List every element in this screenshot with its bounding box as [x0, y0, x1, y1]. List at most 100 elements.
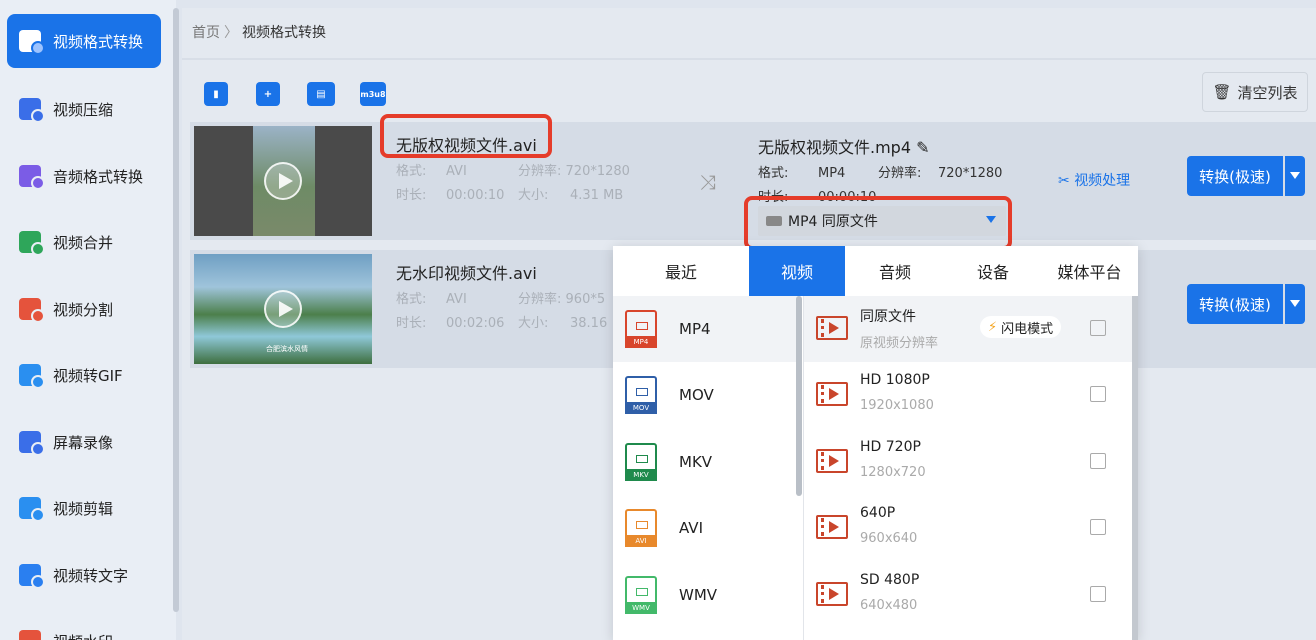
flash-mode-label: 闪电模式 [1001, 321, 1054, 337]
format-item-mkv[interactable]: MKV MKV [613, 429, 799, 495]
audio-convert-icon [19, 165, 45, 190]
sidebar-item-label: 屏幕录像 [53, 433, 114, 452]
sidebar-item-label: 视频分割 [53, 300, 114, 319]
video-thumbnail[interactable]: 合肥滨水风情 [194, 254, 372, 364]
file-meta-line1: 格式: AVI 分辨率: 720*1280 [396, 160, 630, 179]
sidebar-item-video-edit[interactable]: 视频剪辑 [7, 481, 161, 535]
format-item-mp4[interactable]: MP4 MP4 [613, 296, 799, 362]
resolution-sub: 原视频分辨率 [860, 336, 939, 351]
breadcrumb-home[interactable]: 首页 [192, 25, 220, 41]
format-label: MOV [679, 386, 714, 404]
video-film-icon [816, 515, 848, 539]
video-process-button[interactable]: ✂ 视频处理 [1058, 170, 1130, 190]
file-meta-line1: 格式: AVI 分辨率: 960*5 [396, 288, 605, 307]
format-label: AVI [679, 519, 703, 537]
edit-icon[interactable] [1090, 586, 1106, 602]
format-item-avi[interactable]: AVI AVI [613, 495, 799, 561]
add-folder-button[interactable]: + [256, 82, 280, 106]
sidebar-scrollbar[interactable] [173, 8, 179, 612]
file-meta-line2: 时长: 00:02:06 大小: 38.16 [396, 312, 607, 331]
sidebar-item-video-to-text[interactable]: 视频转文字 [7, 548, 161, 602]
format-tabs: 最近 视频 音频 设备 媒体平台 [613, 246, 1138, 296]
tab-media-platform[interactable]: 媒体平台 [1041, 246, 1138, 296]
edit-icon[interactable] [1090, 386, 1106, 402]
format-label: 格式: [396, 164, 427, 179]
file-meta-line2: 时长: 00:00:10 大小: 4.31 MB [396, 184, 623, 203]
sidebar-item-video-to-gif[interactable]: 视频转GIF [7, 348, 161, 402]
output-resolution-value: 720*1280 [938, 166, 1003, 181]
video-thumbnail[interactable] [194, 126, 372, 236]
resolution-item-1080p[interactable]: HD 1080P 1920x1080 [804, 362, 1132, 428]
add-m3u8-button[interactable]: m3u8 [360, 82, 386, 106]
play-icon[interactable] [264, 162, 302, 200]
resolution-label: 分辨率: [518, 292, 562, 307]
sidebar-item-video-format-convert[interactable]: 视频格式转换 [7, 14, 161, 68]
output-file-name[interactable]: 无版权视频文件.mp4 ✎ [758, 134, 930, 158]
video-process-label: 视频处理 [1074, 173, 1131, 189]
resolution-item-480p[interactable]: SD 480P 640x480 [804, 562, 1132, 628]
resolution-name: HD 720P [860, 439, 921, 455]
sidebar-item-label: 视频格式转换 [53, 32, 144, 51]
format-value: AVI [446, 164, 467, 179]
video-compress-icon [19, 98, 45, 123]
edit-pencil-icon[interactable]: ✎ [916, 138, 929, 157]
resolution-item-720p[interactable]: HD 720P 1280x720 [804, 429, 1132, 495]
sidebar-item-video-compress[interactable]: 视频压缩 [7, 82, 161, 136]
tab-video[interactable]: 视频 [749, 246, 845, 296]
resolution-label: 分辨率: [518, 164, 562, 179]
convert-button[interactable]: 转换(极速) [1187, 284, 1283, 324]
edit-icon[interactable] [1090, 320, 1106, 336]
resolution-item-640p[interactable]: 640P 960x640 [804, 495, 1132, 561]
tab-recent[interactable]: 最近 [613, 246, 749, 296]
play-icon[interactable] [264, 290, 302, 328]
breadcrumb: 首页〉视频格式转换 [192, 22, 326, 42]
sidebar-item-label: 视频合并 [53, 233, 114, 252]
format-label: MKV [679, 453, 713, 471]
resolution-name: SD 480P [860, 572, 920, 588]
file-icon: ▮ [213, 88, 219, 100]
resolution-sub: 960x640 [860, 531, 918, 546]
duration-label: 时长: [396, 188, 427, 203]
video-film-icon [816, 382, 848, 406]
format-list-scrollbar[interactable] [796, 296, 802, 496]
batch-button[interactable]: ▤ [307, 82, 335, 106]
scissors-icon: ✂ [1058, 173, 1070, 189]
sidebar-item-video-split[interactable]: 视频分割 [7, 282, 161, 336]
file-row[interactable]: 无版权视频文件.avi 格式: AVI 分辨率: 720*1280 时长: 00:00… [190, 114, 1316, 250]
format-item-mov[interactable]: MOV MOV [613, 362, 799, 428]
edit-icon[interactable] [1090, 453, 1106, 469]
header-divider [182, 58, 1316, 60]
convert-dropdown-button[interactable] [1285, 156, 1305, 196]
tab-audio[interactable]: 音频 [845, 246, 945, 296]
resolution-list-scrollbar[interactable] [1132, 296, 1138, 640]
duration-label: 时长: [396, 316, 427, 331]
tab-device[interactable]: 设备 [945, 246, 1041, 296]
format-list: MP4 MP4 MOV MOV MKV MKV AVI AVI WMV WMV [613, 296, 803, 640]
mp4-file-icon: MP4 [625, 310, 657, 348]
sidebar-item-video-merge[interactable]: 视频合并 [7, 215, 161, 269]
convert-dropdown-button[interactable] [1285, 284, 1305, 324]
video-split-icon [19, 298, 45, 323]
format-label: MP4 [679, 320, 711, 338]
clear-list-button[interactable]: 🗑 清空列表 [1202, 72, 1308, 112]
sidebar-item-video-watermark[interactable]: 视频水印 [7, 614, 161, 640]
screen-record-icon [19, 431, 45, 456]
edit-icon[interactable] [1090, 519, 1106, 535]
format-picker-popup: 最近 视频 音频 设备 媒体平台 MP4 MP4 MOV MOV MKV MKV… [613, 246, 1138, 640]
mov-file-icon: MOV [625, 376, 657, 414]
resolution-value: 960*5 [565, 292, 606, 307]
resolution-item-original[interactable]: 同原文件 原视频分辨率 ⚡ 闪电模式 [804, 296, 1132, 362]
highlight-box [744, 196, 1012, 250]
sidebar-item-audio-format-convert[interactable]: 音频格式转换 [7, 149, 161, 203]
add-file-button[interactable]: ▮ [204, 82, 228, 106]
printer-icon: ▤ [316, 88, 326, 100]
resolution-sub: 1280x720 [860, 465, 926, 480]
m3u8-icon: m3u8 [360, 89, 386, 99]
output-format-label: 格式: [758, 166, 789, 181]
highlight-box [380, 114, 552, 158]
size-value: 38.16 [570, 316, 608, 331]
convert-button[interactable]: 转换(极速) [1187, 156, 1283, 196]
format-item-wmv[interactable]: WMV WMV [613, 562, 799, 628]
sidebar-item-screen-record[interactable]: 屏幕录像 [7, 415, 161, 469]
resolution-name: 同原文件 [860, 309, 916, 325]
